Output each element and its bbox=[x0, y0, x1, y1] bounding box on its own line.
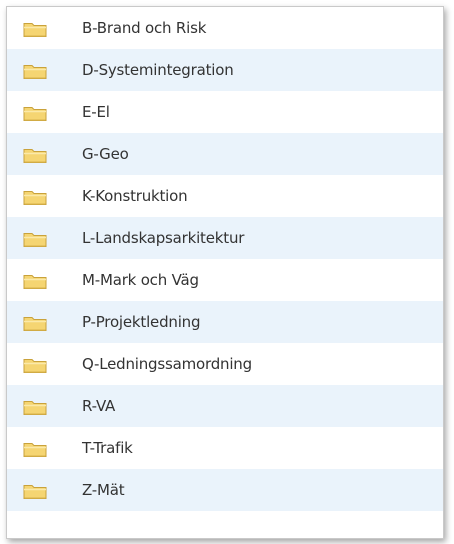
folder-icon bbox=[23, 149, 47, 163]
folder-icon bbox=[23, 443, 47, 457]
folder-icon bbox=[23, 359, 47, 373]
folder-icon bbox=[23, 65, 47, 79]
folder-label: D-Systemintegration bbox=[82, 61, 234, 79]
folder-icon bbox=[23, 107, 47, 121]
folder-icon bbox=[23, 485, 47, 499]
folder-icon bbox=[23, 317, 47, 331]
folder-label: L-Landskapsarkitektur bbox=[82, 229, 245, 247]
folder-item-t-trafik[interactable]: T-Trafik bbox=[7, 427, 443, 469]
folder-label: G-Geo bbox=[82, 145, 129, 163]
folder-list-panel: B-Brand och Risk D-Systemintegration E-E… bbox=[6, 6, 444, 539]
folder-item-g-geo[interactable]: G-Geo bbox=[7, 133, 443, 175]
folder-icon bbox=[23, 191, 47, 205]
folder-label: P-Projektledning bbox=[82, 313, 201, 331]
folder-label: K-Konstruktion bbox=[82, 187, 188, 205]
folder-item-p-projektledning[interactable]: P-Projektledning bbox=[7, 301, 443, 343]
folder-item-b-brand-och-risk[interactable]: B-Brand och Risk bbox=[7, 7, 443, 49]
folder-label: R-VA bbox=[82, 397, 116, 415]
folder-item-z-mat[interactable]: Z-Mät bbox=[7, 469, 443, 511]
folder-label: M-Mark och Väg bbox=[82, 271, 199, 289]
folder-label: B-Brand och Risk bbox=[82, 19, 207, 37]
folder-label: T-Trafik bbox=[82, 439, 133, 457]
folder-icon bbox=[23, 275, 47, 289]
folder-list: B-Brand och Risk D-Systemintegration E-E… bbox=[7, 7, 443, 511]
folder-item-l-landskapsarkitektur[interactable]: L-Landskapsarkitektur bbox=[7, 217, 443, 259]
folder-item-q-ledningssamordning[interactable]: Q-Ledningssamordning bbox=[7, 343, 443, 385]
folder-item-r-va[interactable]: R-VA bbox=[7, 385, 443, 427]
folder-label: Q-Ledningssamordning bbox=[82, 355, 252, 373]
folder-item-m-mark-och-vag[interactable]: M-Mark och Väg bbox=[7, 259, 443, 301]
folder-item-k-konstruktion[interactable]: K-Konstruktion bbox=[7, 175, 443, 217]
folder-icon bbox=[23, 233, 47, 247]
folder-label: Z-Mät bbox=[82, 481, 125, 499]
folder-icon bbox=[23, 23, 47, 37]
folder-item-d-systemintegration[interactable]: D-Systemintegration bbox=[7, 49, 443, 91]
folder-icon bbox=[23, 401, 47, 415]
folder-label: E-El bbox=[82, 103, 110, 121]
folder-item-e-el[interactable]: E-El bbox=[7, 91, 443, 133]
